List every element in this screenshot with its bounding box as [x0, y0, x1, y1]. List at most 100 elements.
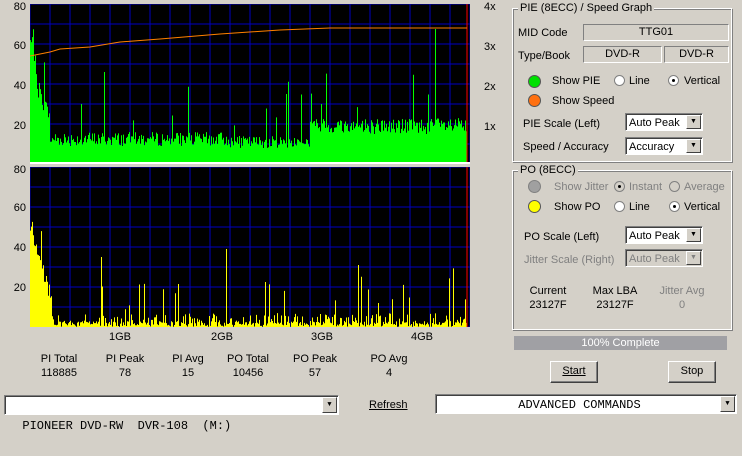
- jitter-avg-label: Jitter Avg: [659, 285, 705, 297]
- stat-po-total: PO Total 10456: [218, 352, 278, 380]
- type-book-label: Type/Book: [518, 50, 570, 62]
- po-y-tick-80: 80: [13, 164, 26, 176]
- stat-value: 10456: [232, 367, 264, 379]
- po-vertical-label[interactable]: Vertical: [684, 201, 720, 213]
- pie-y-tick-20: 20: [13, 120, 26, 132]
- show-po-label[interactable]: Show PO: [554, 201, 600, 213]
- pie-y-tick-60: 60: [13, 40, 26, 52]
- stat-value: 78: [118, 367, 132, 379]
- jitter-scale-select: Auto Peak ▼: [625, 249, 703, 267]
- jitter-instant-label: Instant: [629, 181, 663, 193]
- advanced-commands-select[interactable]: ADVANCED COMMANDS ▼: [435, 394, 737, 414]
- po-vertical-radio[interactable]: [669, 201, 680, 212]
- chevron-down-icon[interactable]: ▼: [686, 115, 701, 129]
- chevron-down-icon[interactable]: ▼: [686, 228, 701, 242]
- stat-value: 4: [385, 367, 393, 379]
- stat-po-peak: PO Peak 57: [285, 352, 345, 380]
- po-graph: [30, 167, 470, 327]
- start-button-label: Start: [562, 365, 586, 377]
- stat-label: PO Total: [227, 353, 269, 365]
- speed-accuracy-value: Accuracy: [629, 141, 675, 153]
- x-tick-1gb: 1GB: [108, 331, 131, 343]
- current-readout: Current 23127F: [518, 284, 578, 312]
- stat-pi-avg: PI Avg 15: [158, 352, 218, 380]
- pie-color-swatch[interactable]: [528, 75, 541, 88]
- chevron-down-icon[interactable]: ▼: [322, 397, 337, 413]
- pie-scale-value: Auto Peak: [629, 117, 680, 129]
- current-value: 23127F: [529, 299, 567, 311]
- show-pie-label[interactable]: Show PIE: [552, 75, 600, 87]
- pie-line-radio[interactable]: [614, 75, 625, 86]
- type-value: DVD-R: [583, 46, 662, 63]
- po-line-label[interactable]: Line: [629, 201, 650, 213]
- x-tick-4gb: 4GB: [410, 331, 433, 343]
- pie-y-tick-80: 80: [13, 1, 26, 13]
- chevron-down-icon[interactable]: ▼: [686, 139, 701, 153]
- drive-select-value: PIONEER DVD-RW DVR-108 (M:): [22, 419, 232, 433]
- po-graph-canvas: [30, 167, 470, 327]
- jitter-color-swatch: [528, 180, 541, 193]
- po-y-tick-40: 40: [13, 242, 26, 254]
- pie-vertical-label[interactable]: Vertical: [684, 75, 720, 87]
- speed-accuracy-label: Speed / Accuracy: [523, 141, 609, 153]
- maxlba-readout: Max LBA 23127F: [585, 284, 645, 312]
- jitter-avg-readout: Jitter Avg 0: [652, 284, 712, 312]
- po-scale-select[interactable]: Auto Peak ▼: [625, 226, 703, 244]
- speed-tick-2x: 2x: [484, 81, 496, 93]
- speed-color-swatch[interactable]: [528, 94, 541, 107]
- refresh-link[interactable]: Refresh: [369, 399, 408, 411]
- speed-tick-3x: 3x: [484, 41, 496, 53]
- jitter-average-radio: [669, 181, 680, 192]
- advanced-commands-value: ADVANCED COMMANDS: [518, 398, 641, 412]
- speed-accuracy-select[interactable]: Accuracy ▼: [625, 137, 703, 155]
- mid-code-label: MID Code: [518, 27, 568, 39]
- pie-graph-canvas: [30, 4, 470, 164]
- jitter-scale-label: Jitter Scale (Right): [524, 254, 615, 266]
- jitter-avg-value: 0: [678, 299, 686, 311]
- stat-value: 118885: [41, 367, 77, 379]
- x-tick-2gb: 2GB: [210, 331, 233, 343]
- stat-pi-total: PI Total 118885: [29, 352, 89, 380]
- stat-label: PI Peak: [105, 353, 145, 365]
- po-group-title: PO (8ECC): [518, 164, 578, 176]
- stat-label: PO Avg: [370, 353, 408, 365]
- stop-button[interactable]: Stop: [668, 361, 716, 383]
- pie-scale-select[interactable]: Auto Peak ▼: [625, 113, 703, 131]
- stat-label: PI Avg: [172, 353, 204, 365]
- speed-tick-1x: 1x: [484, 121, 496, 133]
- po-line-radio[interactable]: [614, 201, 625, 212]
- chevron-down-icon[interactable]: ▼: [720, 396, 735, 412]
- maxlba-label: Max LBA: [592, 285, 638, 297]
- pie-vertical-radio[interactable]: [668, 75, 679, 86]
- drive-select[interactable]: PIONEER DVD-RW DVR-108 (M:) ▼: [4, 395, 339, 433]
- pie-bars: [30, 29, 467, 164]
- pie-y-tick-40: 40: [13, 80, 26, 92]
- progress-bar: 100% Complete: [514, 336, 727, 350]
- stat-value: 15: [181, 367, 195, 379]
- stat-label: PO Peak: [292, 353, 338, 365]
- start-button[interactable]: Start: [550, 361, 598, 383]
- stat-pi-peak: PI Peak 78: [95, 352, 155, 380]
- pie-scale-label: PIE Scale (Left): [523, 118, 601, 130]
- jitter-scale-value: Auto Peak: [629, 253, 680, 265]
- pie-graph: [30, 4, 470, 164]
- stat-value: 57: [308, 367, 322, 379]
- speed-line: [30, 27, 467, 57]
- po-color-swatch[interactable]: [528, 200, 541, 213]
- current-label: Current: [529, 285, 567, 297]
- jitter-average-label: Average: [684, 181, 725, 193]
- stop-button-label: Stop: [680, 365, 704, 377]
- pie-speed-group-title: PIE (8ECC) / Speed Graph: [518, 2, 655, 14]
- speed-tick-4x: 4x: [484, 1, 496, 13]
- mid-code-value: TTG01: [583, 24, 729, 41]
- stat-po-avg: PO Avg 4: [359, 352, 419, 380]
- po-scale-label: PO Scale (Left): [524, 231, 600, 243]
- pie-line-label[interactable]: Line: [629, 75, 650, 87]
- chevron-down-icon: ▼: [686, 251, 701, 265]
- po-y-tick-20: 20: [13, 282, 26, 294]
- stat-label: PI Total: [40, 353, 78, 365]
- maxlba-value: 23127F: [596, 299, 634, 311]
- po-scale-value: Auto Peak: [629, 230, 680, 242]
- show-speed-label[interactable]: Show Speed: [552, 95, 614, 107]
- jitter-instant-radio: [614, 181, 625, 192]
